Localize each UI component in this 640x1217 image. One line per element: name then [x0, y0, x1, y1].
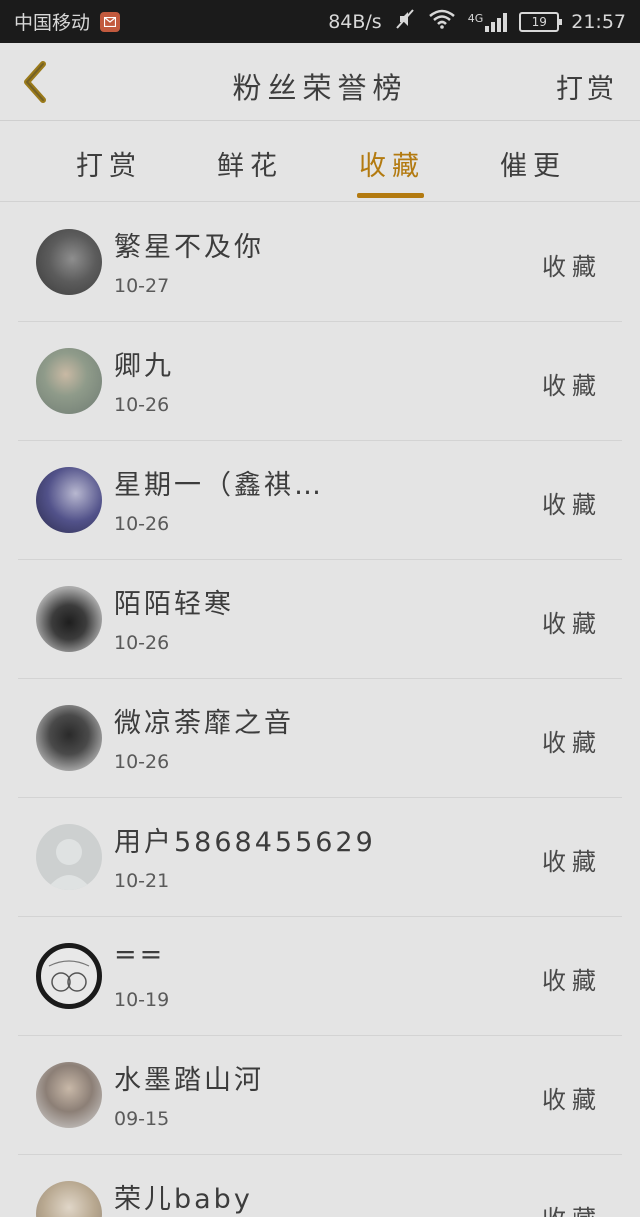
status-bar: 中国移动 84B/s 4G 19 21:57 [0, 0, 640, 43]
network-type: 4G [467, 11, 484, 25]
fan-name: 星期一（鑫祺… [114, 470, 324, 501]
fan-date: 10-26 [114, 394, 170, 416]
avatar [36, 1181, 102, 1217]
tab-flowers[interactable]: 鲜花 [217, 144, 283, 183]
list-item[interactable]: == 10-19 收藏 [18, 917, 622, 1036]
fan-date: 10-21 [114, 870, 170, 892]
fan-name: == [114, 939, 166, 970]
avatar [36, 824, 102, 890]
list-item[interactable]: 荣儿baby 收藏 [18, 1155, 622, 1217]
tab-urge-update[interactable]: 催更 [500, 144, 566, 183]
page-title: 粉丝荣誉榜 [232, 71, 408, 105]
fan-name: 水墨踏山河 [114, 1065, 264, 1096]
list-item[interactable]: 微凉荼靡之音 10-26 收藏 [18, 679, 622, 798]
fan-name: 用户5868455629 [114, 827, 374, 858]
action-label: 收藏 [542, 372, 602, 400]
tab-favorites[interactable]: 收藏 [359, 144, 425, 183]
action-label: 收藏 [542, 253, 602, 281]
mail-notification-icon [100, 11, 121, 32]
action-label: 收藏 [542, 848, 602, 876]
tab-bar: 打赏 鲜花 收藏 催更 [0, 122, 640, 202]
list-item[interactable]: 陌陌轻寒 10-26 收藏 [18, 560, 622, 679]
fan-date: 10-19 [114, 989, 170, 1011]
fan-name: 卿九 [114, 351, 174, 382]
fan-date: 10-26 [114, 632, 170, 654]
reward-button[interactable]: 打赏 [556, 67, 618, 106]
sketch-icon [48, 960, 90, 992]
active-tab-indicator [357, 193, 424, 198]
default-user-icon [46, 839, 92, 890]
battery-level: 19 [531, 14, 547, 29]
avatar [36, 348, 102, 414]
avatar [36, 467, 102, 533]
list-item[interactable]: 星期一（鑫祺… 10-26 收藏 [18, 441, 622, 560]
network-speed: 84B/s [328, 10, 382, 33]
action-label: 收藏 [542, 610, 602, 638]
action-label: 收藏 [542, 1199, 602, 1217]
fan-date: 10-26 [114, 751, 170, 773]
fan-date: 10-26 [114, 513, 170, 535]
app-header: 粉丝荣誉榜 打赏 [0, 43, 640, 121]
wifi-icon [428, 9, 456, 34]
fan-name: 繁星不及你 [114, 232, 264, 263]
avatar [36, 229, 102, 295]
fan-name: 陌陌轻寒 [114, 589, 234, 620]
fan-date: 09-15 [114, 1108, 170, 1130]
list-item[interactable]: 用户5868455629 10-21 收藏 [18, 798, 622, 917]
action-label: 收藏 [542, 729, 602, 757]
list-item[interactable]: 繁星不及你 10-27 收藏 [18, 203, 622, 322]
action-label: 收藏 [542, 491, 602, 519]
tab-reward[interactable]: 打赏 [76, 144, 142, 183]
list-item[interactable]: 水墨踏山河 09-15 收藏 [18, 1036, 622, 1155]
list-item[interactable]: 卿九 10-26 收藏 [18, 322, 622, 441]
clock: 21:57 [571, 10, 626, 33]
avatar [36, 586, 102, 652]
fan-name: 荣儿baby [114, 1184, 253, 1215]
avatar [36, 943, 102, 1009]
carrier-label: 中国移动 [14, 12, 91, 34]
fan-name: 微凉荼靡之音 [114, 708, 294, 739]
action-label: 收藏 [542, 967, 602, 995]
battery-icon: 19 [519, 11, 563, 32]
avatar [36, 705, 102, 771]
fan-date: 10-27 [114, 275, 170, 297]
action-label: 收藏 [542, 1086, 602, 1114]
avatar [36, 1062, 102, 1128]
signal-icon [485, 12, 508, 32]
mute-icon [394, 8, 416, 35]
